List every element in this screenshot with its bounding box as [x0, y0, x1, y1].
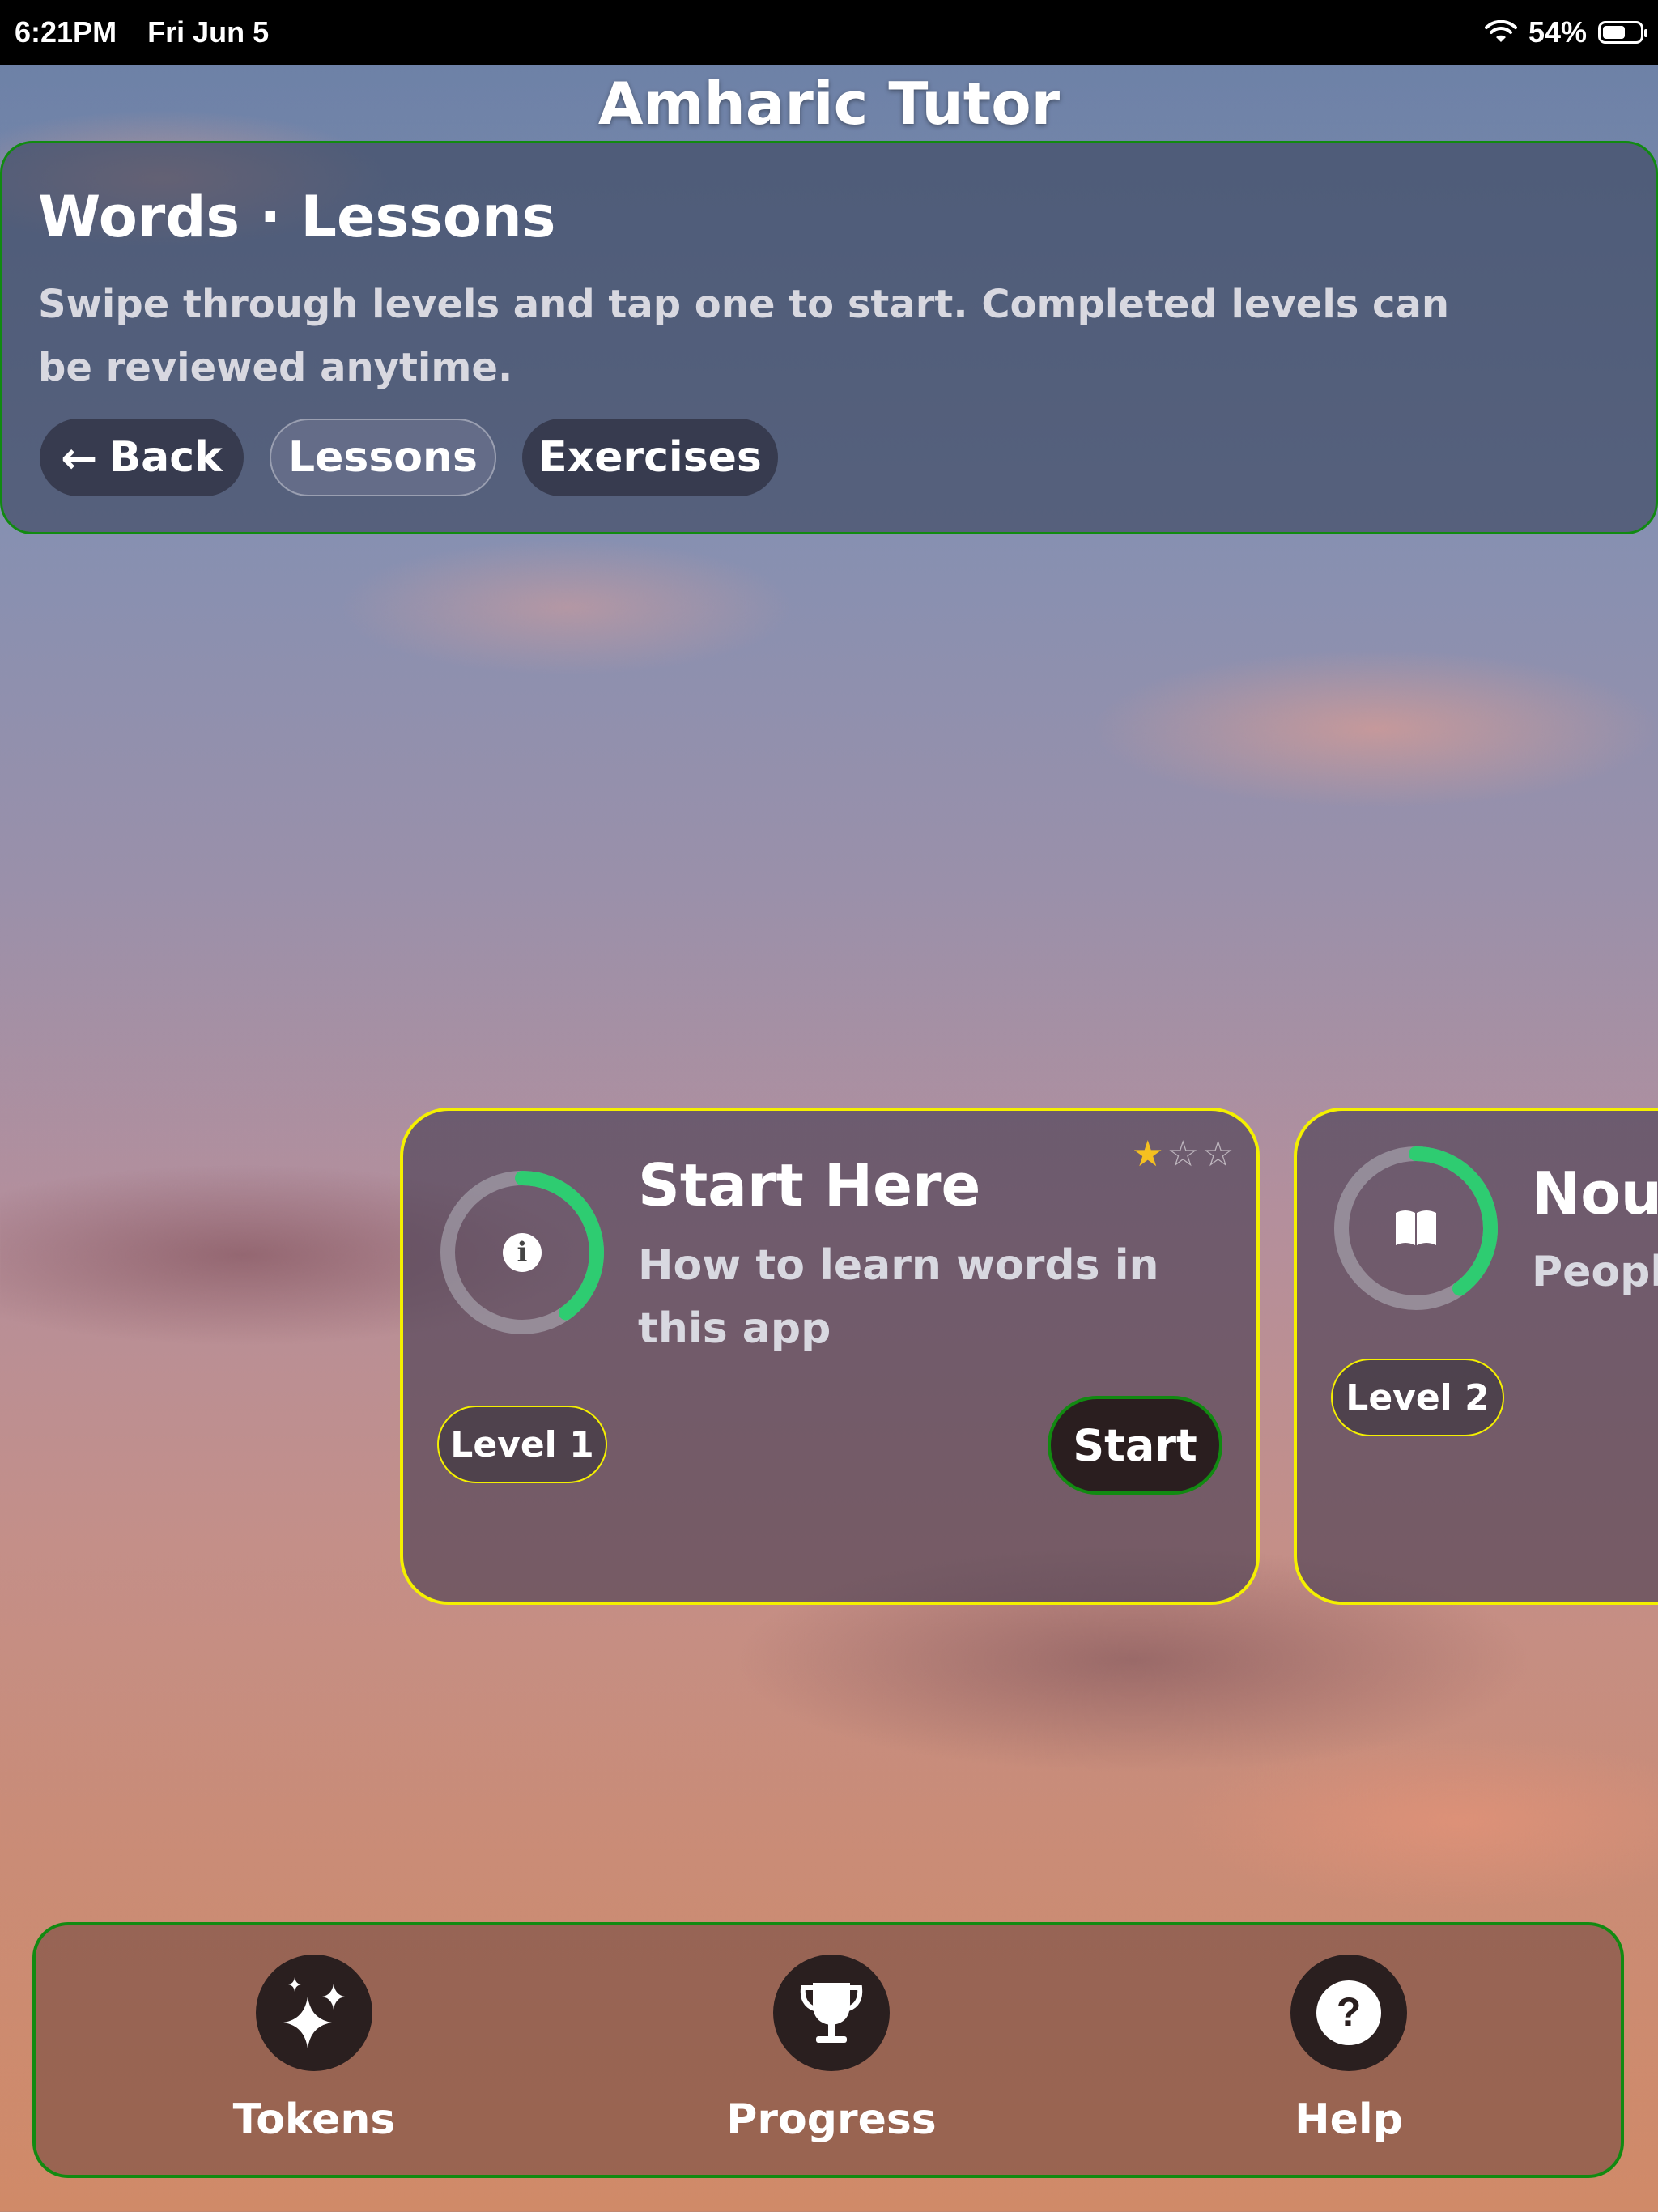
battery-icon: [1598, 21, 1647, 44]
sparkles-icon: [256, 1955, 372, 2071]
tab-lessons[interactable]: Lessons: [270, 419, 496, 496]
card-title: Nou: [1532, 1159, 1658, 1227]
level-card[interactable]: Nou People Level 2: [1294, 1108, 1658, 1605]
star-empty-icon: ☆: [1201, 1134, 1238, 1175]
star-empty-icon: ☆: [1167, 1134, 1202, 1175]
status-time: 6:21PM: [15, 15, 117, 49]
arrow-left-icon: ←: [61, 432, 98, 483]
info-icon: i: [503, 1233, 542, 1272]
start-button[interactable]: Start: [1048, 1396, 1222, 1495]
status-bar: 6:21PM Fri Jun 5 54%: [0, 0, 1658, 65]
back-button-label: Back: [108, 433, 223, 482]
star-rating: ★☆☆: [1132, 1134, 1237, 1175]
card-title: Start Here: [638, 1151, 981, 1219]
level-card[interactable]: i Start Here How to learn words in this …: [400, 1108, 1260, 1605]
status-bar-left: 6:21PM Fri Jun 5: [15, 15, 291, 49]
level-badge: Level 1: [437, 1406, 607, 1483]
page-title: Words · Lessons: [38, 184, 556, 250]
tab-lessons-label: Lessons: [288, 433, 478, 482]
nav-progress-label: Progress: [726, 2095, 937, 2144]
nav-progress[interactable]: Progress: [710, 1955, 953, 2144]
nav-help-label: Help: [1295, 2095, 1403, 2144]
back-button[interactable]: ← Back: [40, 419, 244, 496]
nav-tokens-label: Tokens: [232, 2095, 396, 2144]
bottom-nav: Tokens Progress ? Help: [32, 1922, 1624, 2178]
app-title: Amharic Tutor: [597, 70, 1061, 138]
nav-help[interactable]: ? Help: [1227, 1955, 1470, 2144]
svg-text:?: ?: [1337, 1989, 1362, 2035]
page-subtitle: Swipe through levels and tap one to star…: [38, 282, 1450, 390]
tab-exercises[interactable]: Exercises: [522, 419, 778, 496]
trophy-icon: [773, 1955, 890, 2071]
battery-percent: 54%: [1528, 15, 1587, 49]
wifi-icon: [1484, 20, 1517, 42]
header-panel: Words · Lessons Swipe through levels and…: [0, 141, 1658, 534]
book-icon: [1396, 1210, 1436, 1245]
help-icon: ?: [1290, 1955, 1407, 2071]
star-filled-icon: ★: [1132, 1134, 1167, 1175]
status-date: Fri Jun 5: [147, 15, 270, 49]
card-description: People: [1532, 1248, 1658, 1296]
tab-exercises-label: Exercises: [538, 433, 762, 482]
status-bar-right: 54%: [1484, 15, 1647, 49]
card-description: How to learn words in this app: [638, 1241, 1159, 1353]
nav-tokens[interactable]: Tokens: [193, 1955, 436, 2144]
level-badge: Level 2: [1331, 1359, 1504, 1436]
